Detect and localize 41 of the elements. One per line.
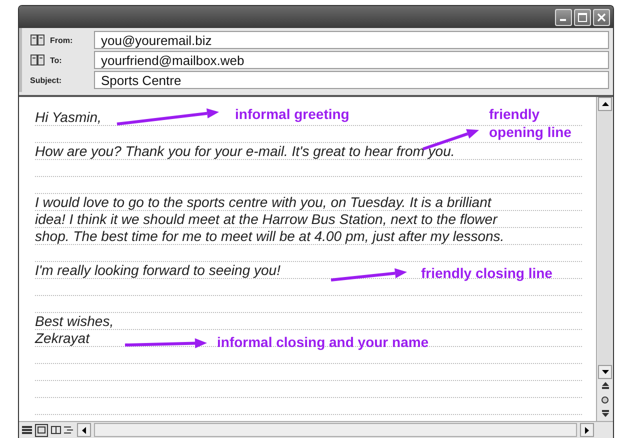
message-text: Hi Yasmin,	[35, 109, 102, 125]
annotation-label: informal closing and your name	[217, 333, 430, 351]
left-arrow-icon	[82, 426, 86, 434]
outline-view-icon[interactable]	[64, 426, 74, 434]
web-layout-icon[interactable]	[35, 424, 48, 436]
scroll-right-button[interactable]	[580, 423, 594, 437]
normal-view-icon[interactable]	[22, 426, 32, 434]
close-icon	[597, 12, 606, 22]
maximize-icon	[578, 12, 587, 22]
scroll-down-button[interactable]	[598, 365, 612, 379]
up-arrow-icon	[602, 102, 608, 106]
print-layout-icon[interactable]	[51, 426, 61, 434]
scroll-left-button[interactable]	[77, 423, 91, 437]
field-input[interactable]: you@youremail.biz	[94, 31, 609, 49]
maximize-button[interactable]	[574, 8, 591, 26]
annotation-label: friendly opening line	[489, 105, 572, 141]
field-input[interactable]: yourfriend@mailbox.web	[94, 51, 609, 69]
field-label: Subject:	[30, 76, 62, 84]
arrow	[422, 129, 479, 150]
down-arrow-icon	[602, 370, 608, 374]
minimize-button[interactable]	[555, 8, 572, 26]
field-label: From:	[50, 36, 73, 44]
message-text: I'm really looking forward to seeing you!	[35, 262, 280, 278]
browse-object-icon[interactable]	[601, 396, 609, 404]
annotation-label: friendly closing line	[421, 264, 554, 282]
previous-page-icon[interactable]	[602, 382, 608, 390]
next-page-icon[interactable]	[602, 410, 608, 418]
address-book-icon[interactable]	[30, 34, 45, 46]
message-text: idea! I think it we should meet at the Harrow Bus Station, next to the flower	[35, 211, 498, 227]
address-book-icon[interactable]	[30, 54, 45, 66]
annotation-label: informal greeting	[235, 105, 350, 123]
message-text: How are you? Thank you for your e-mail. It's great to hear from you.	[35, 143, 455, 159]
message-text: I would love to go to the sports centre with you, on Tuesday. It is a brilliant	[35, 194, 492, 210]
message-text: shop. The best time for me to meet will be at 4.00 pm, just after my lessons.	[35, 228, 504, 244]
message-text: Best wishes,	[35, 313, 114, 329]
close-button[interactable]	[593, 8, 610, 26]
right-arrow-icon	[585, 426, 589, 434]
scroll-up-button[interactable]	[598, 97, 612, 111]
field-label: To:	[50, 56, 62, 64]
field-input[interactable]: Sports Centre	[94, 71, 609, 89]
message-text: Zekrayat	[35, 330, 90, 346]
